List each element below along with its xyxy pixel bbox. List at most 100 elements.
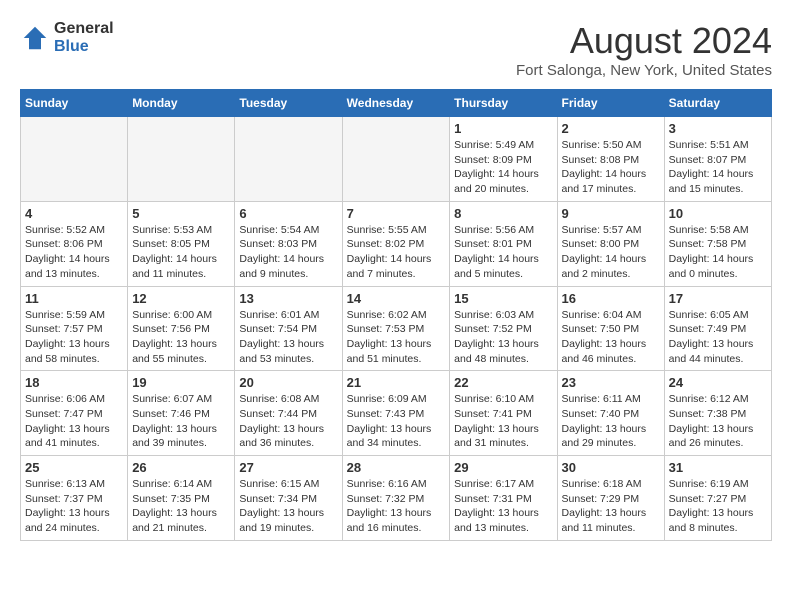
col-header-thursday: Thursday: [450, 90, 557, 117]
day-number: 22: [454, 375, 552, 390]
calendar-cell: 30Sunrise: 6:18 AM Sunset: 7:29 PM Dayli…: [557, 456, 664, 541]
day-info: Sunrise: 6:08 AM Sunset: 7:44 PM Dayligh…: [239, 392, 337, 451]
day-info: Sunrise: 6:00 AM Sunset: 7:56 PM Dayligh…: [132, 308, 230, 367]
calendar-cell: [21, 117, 128, 202]
calendar-cell: 20Sunrise: 6:08 AM Sunset: 7:44 PM Dayli…: [235, 371, 342, 456]
day-info: Sunrise: 5:50 AM Sunset: 8:08 PM Dayligh…: [562, 138, 660, 197]
calendar-cell: 16Sunrise: 6:04 AM Sunset: 7:50 PM Dayli…: [557, 286, 664, 371]
day-number: 12: [132, 291, 230, 306]
day-number: 16: [562, 291, 660, 306]
day-info: Sunrise: 6:07 AM Sunset: 7:46 PM Dayligh…: [132, 392, 230, 451]
calendar-cell: 19 Sunrise: 6:07 AM Sunset: 7:46 PM Dayli…: [128, 371, 235, 456]
col-header-sunday: Sunday: [21, 90, 128, 117]
day-number: 8: [454, 206, 552, 221]
calendar-cell: 18Sunrise: 6:06 AM Sunset: 7:47 PM Dayli…: [21, 371, 128, 456]
calendar-table: SundayMondayTuesdayWednesdayThursdayFrid…: [20, 89, 772, 541]
calendar-cell: 13 Sunrise: 6:01 AM Sunset: 7:54 PM Dayli…: [235, 286, 342, 371]
week-row-1: 1 Sunrise: 5:49 AM Sunset: 8:09 PM Daylig…: [21, 117, 772, 202]
calendar-cell: 11 Sunrise: 5:59 AM Sunset: 7:57 PM Dayli…: [21, 286, 128, 371]
day-number: 27: [239, 460, 337, 475]
day-info: Sunrise: 5:49 AM Sunset: 8:09 PM Dayligh…: [454, 138, 552, 197]
day-number: 18: [25, 375, 123, 390]
day-number: 21: [347, 375, 446, 390]
calendar-cell: 29Sunrise: 6:17 AM Sunset: 7:31 PM Dayli…: [450, 456, 557, 541]
calendar-header-row: SundayMondayTuesdayWednesdayThursdayFrid…: [21, 90, 772, 117]
logo-icon: [20, 23, 50, 53]
calendar-cell: 8 Sunrise: 5:56 AM Sunset: 8:01 PM Daylig…: [450, 201, 557, 286]
col-header-friday: Friday: [557, 90, 664, 117]
day-number: 3: [669, 121, 767, 136]
day-number: 7: [347, 206, 446, 221]
day-number: 6: [239, 206, 337, 221]
calendar-cell: 17 Sunrise: 6:05 AM Sunset: 7:49 PM Dayli…: [664, 286, 771, 371]
calendar-cell: [128, 117, 235, 202]
day-info: Sunrise: 6:11 AM Sunset: 7:40 PM Dayligh…: [562, 392, 660, 451]
day-info: Sunrise: 5:53 AM Sunset: 8:05 PM Dayligh…: [132, 223, 230, 282]
col-header-tuesday: Tuesday: [235, 90, 342, 117]
logo-blue: Blue: [54, 38, 114, 56]
calendar-cell: 21 Sunrise: 6:09 AM Sunset: 7:43 PM Dayli…: [342, 371, 450, 456]
day-number: 5: [132, 206, 230, 221]
day-number: 9: [562, 206, 660, 221]
day-number: 13: [239, 291, 337, 306]
day-info: Sunrise: 5:52 AM Sunset: 8:06 PM Dayligh…: [25, 223, 123, 282]
calendar-cell: 23Sunrise: 6:11 AM Sunset: 7:40 PM Dayli…: [557, 371, 664, 456]
day-number: 1: [454, 121, 552, 136]
calendar-cell: 7 Sunrise: 5:55 AM Sunset: 8:02 PM Daylig…: [342, 201, 450, 286]
day-number: 24: [669, 375, 767, 390]
calendar-cell: 10 Sunrise: 5:58 AM Sunset: 7:58 PM Dayli…: [664, 201, 771, 286]
calendar-cell: 22 Sunrise: 6:10 AM Sunset: 7:41 PM Dayli…: [450, 371, 557, 456]
day-number: 17: [669, 291, 767, 306]
calendar-cell: 31 Sunrise: 6:19 AM Sunset: 7:27 PM Dayli…: [664, 456, 771, 541]
day-info: Sunrise: 6:12 AM Sunset: 7:38 PM Dayligh…: [669, 392, 767, 451]
day-info: Sunrise: 6:16 AM Sunset: 7:32 PM Dayligh…: [347, 477, 446, 536]
calendar-cell: 12 Sunrise: 6:00 AM Sunset: 7:56 PM Dayli…: [128, 286, 235, 371]
col-header-saturday: Saturday: [664, 90, 771, 117]
day-number: 11: [25, 291, 123, 306]
day-info: Sunrise: 6:19 AM Sunset: 7:27 PM Dayligh…: [669, 477, 767, 536]
calendar-cell: 15Sunrise: 6:03 AM Sunset: 7:52 PM Dayli…: [450, 286, 557, 371]
day-info: Sunrise: 6:05 AM Sunset: 7:49 PM Dayligh…: [669, 308, 767, 367]
day-info: Sunrise: 5:51 AM Sunset: 8:07 PM Dayligh…: [669, 138, 767, 197]
day-info: Sunrise: 5:58 AM Sunset: 7:58 PM Dayligh…: [669, 223, 767, 282]
day-info: Sunrise: 6:01 AM Sunset: 7:54 PM Dayligh…: [239, 308, 337, 367]
calendar-cell: 25Sunrise: 6:13 AM Sunset: 7:37 PM Dayli…: [21, 456, 128, 541]
calendar-cell: 6 Sunrise: 5:54 AM Sunset: 8:03 PM Daylig…: [235, 201, 342, 286]
day-number: 19: [132, 375, 230, 390]
day-number: 4: [25, 206, 123, 221]
day-number: 31: [669, 460, 767, 475]
week-row-3: 11 Sunrise: 5:59 AM Sunset: 7:57 PM Dayli…: [21, 286, 772, 371]
logo-text: General Blue: [54, 20, 114, 55]
day-number: 25: [25, 460, 123, 475]
calendar-cell: [342, 117, 450, 202]
calendar-cell: 4 Sunrise: 5:52 AM Sunset: 8:06 PM Daylig…: [21, 201, 128, 286]
day-info: Sunrise: 5:54 AM Sunset: 8:03 PM Dayligh…: [239, 223, 337, 282]
calendar-cell: 9 Sunrise: 5:57 AM Sunset: 8:00 PM Daylig…: [557, 201, 664, 286]
calendar-cell: 26 Sunrise: 6:14 AM Sunset: 7:35 PM Dayli…: [128, 456, 235, 541]
title-block: August 2024 Fort Salonga, New York, Unit…: [516, 20, 772, 79]
page-header: General Blue August 2024 Fort Salonga, N…: [20, 20, 772, 79]
day-info: Sunrise: 5:56 AM Sunset: 8:01 PM Dayligh…: [454, 223, 552, 282]
day-info: Sunrise: 6:15 AM Sunset: 7:34 PM Dayligh…: [239, 477, 337, 536]
location-title: Fort Salonga, New York, United States: [516, 62, 772, 79]
day-number: 28: [347, 460, 446, 475]
day-info: Sunrise: 5:57 AM Sunset: 8:00 PM Dayligh…: [562, 223, 660, 282]
day-info: Sunrise: 6:10 AM Sunset: 7:41 PM Dayligh…: [454, 392, 552, 451]
month-title: August 2024: [516, 20, 772, 62]
day-number: 26: [132, 460, 230, 475]
day-number: 30: [562, 460, 660, 475]
logo: General Blue: [20, 20, 114, 55]
day-number: 15: [454, 291, 552, 306]
week-row-4: 18Sunrise: 6:06 AM Sunset: 7:47 PM Dayli…: [21, 371, 772, 456]
day-info: Sunrise: 6:09 AM Sunset: 7:43 PM Dayligh…: [347, 392, 446, 451]
logo-general: General: [54, 20, 114, 38]
day-info: Sunrise: 5:59 AM Sunset: 7:57 PM Dayligh…: [25, 308, 123, 367]
day-info: Sunrise: 5:55 AM Sunset: 8:02 PM Dayligh…: [347, 223, 446, 282]
week-row-2: 4 Sunrise: 5:52 AM Sunset: 8:06 PM Daylig…: [21, 201, 772, 286]
day-info: Sunrise: 6:14 AM Sunset: 7:35 PM Dayligh…: [132, 477, 230, 536]
day-number: 10: [669, 206, 767, 221]
day-number: 29: [454, 460, 552, 475]
day-number: 2: [562, 121, 660, 136]
calendar-cell: [235, 117, 342, 202]
day-info: Sunrise: 6:02 AM Sunset: 7:53 PM Dayligh…: [347, 308, 446, 367]
